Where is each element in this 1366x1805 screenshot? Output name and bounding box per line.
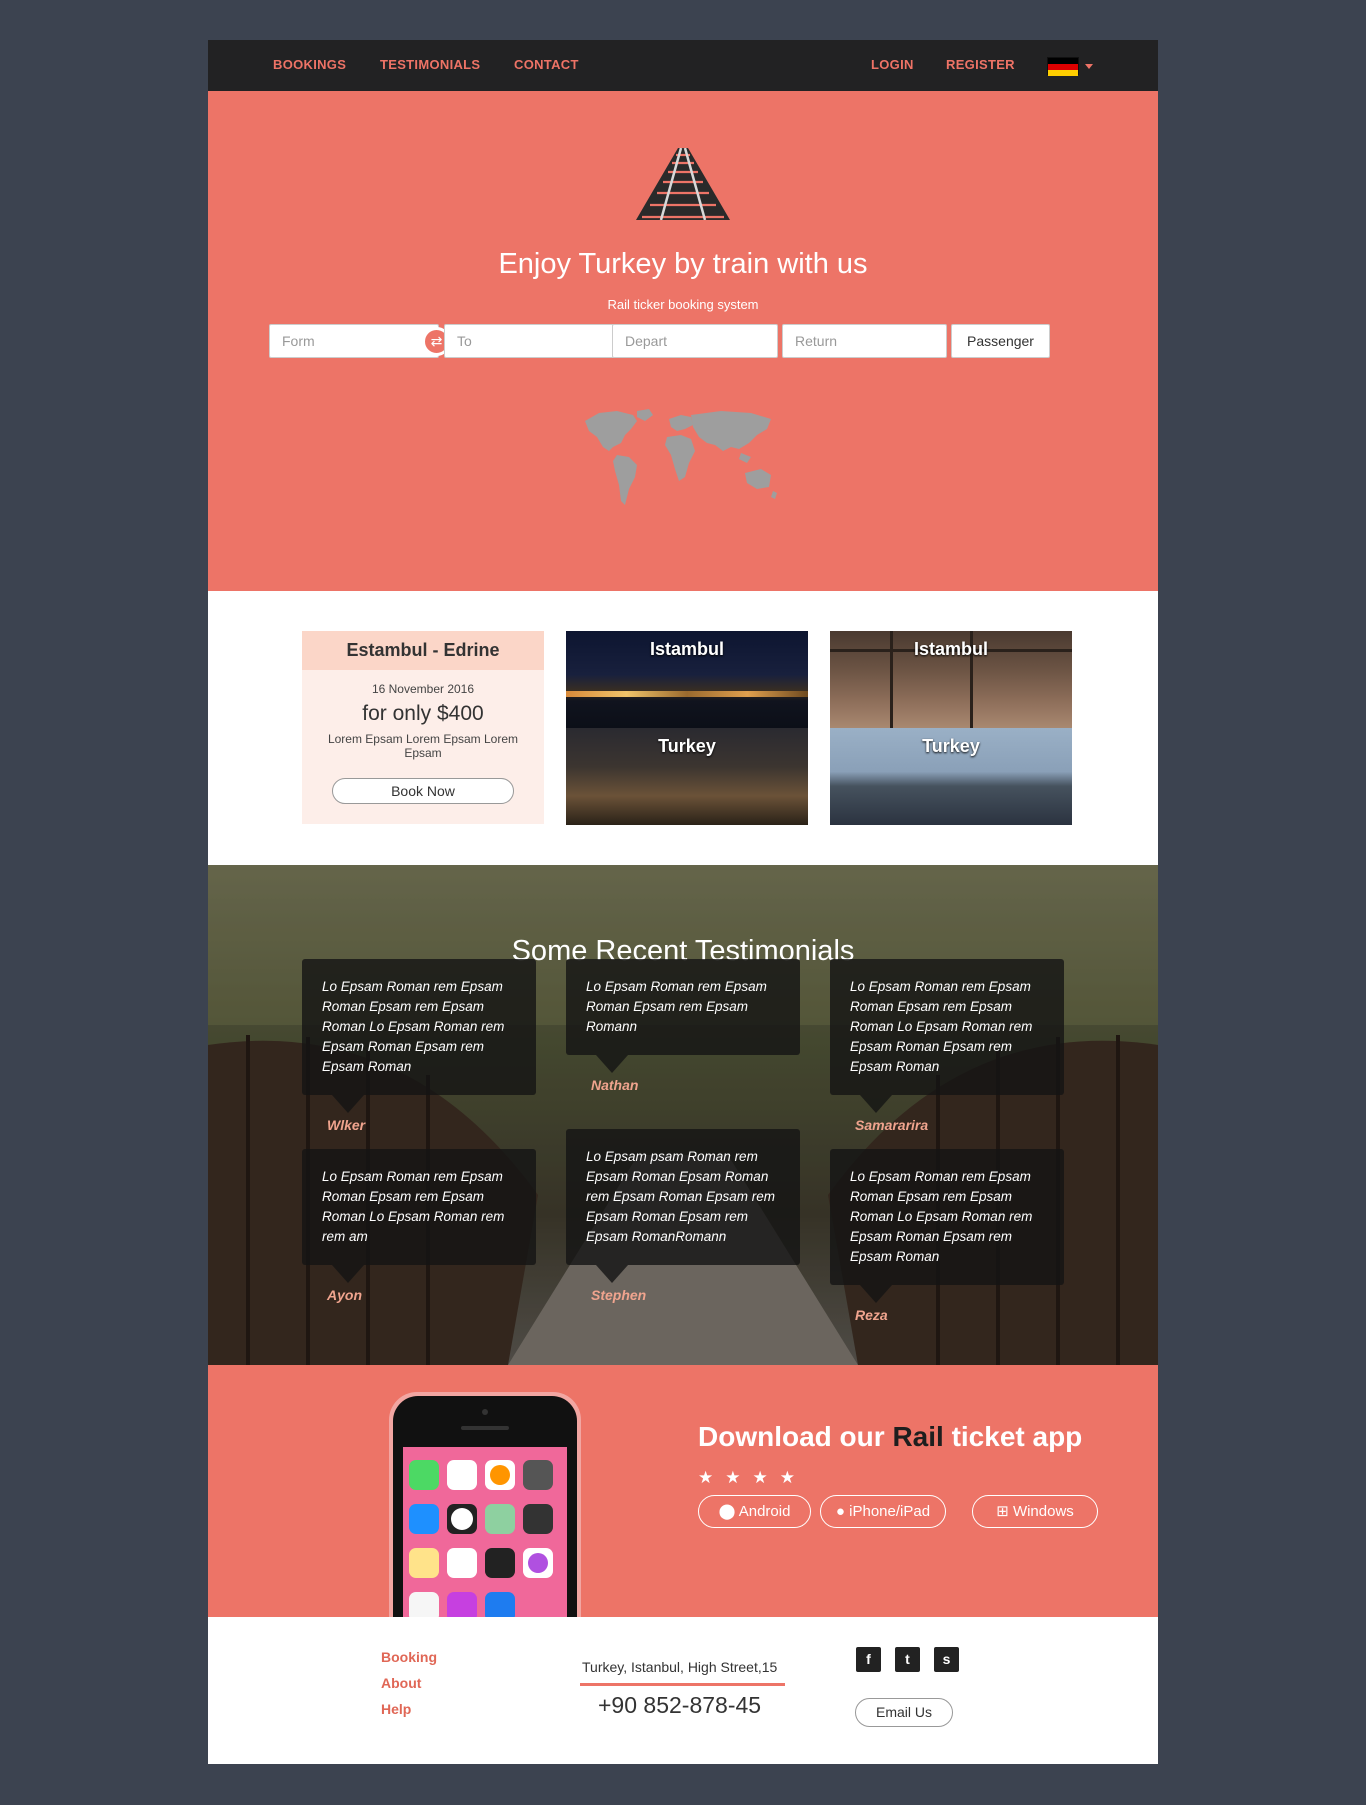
skype-icon[interactable]: s bbox=[934, 1647, 959, 1672]
world-map-icon bbox=[585, 409, 777, 505]
top-navbar: BOOKINGS TESTIMONIALS CONTACT LOGIN REGI… bbox=[208, 40, 1158, 91]
testimonial-author: Nathan bbox=[591, 1077, 639, 1093]
windows-store-button[interactable]: ⊞ Windows bbox=[972, 1495, 1098, 1528]
android-icon: ⬤ bbox=[718, 1503, 736, 1520]
footer: Booking About Help Turkey, Istanbul, Hig… bbox=[208, 1617, 1158, 1764]
offer-date: 16 November 2016 bbox=[371, 682, 475, 696]
hero-section: Enjoy Turkey by train with us Rail ticke… bbox=[208, 91, 1158, 591]
address-divider bbox=[580, 1683, 785, 1686]
nav-register[interactable]: REGISTER bbox=[946, 57, 1015, 72]
railway-track-icon bbox=[636, 148, 730, 220]
testimonial-bubble: Lo Epsam Roman rem Epsam Roman Epsam rem… bbox=[830, 1149, 1064, 1303]
book-now-button[interactable]: Book Now bbox=[332, 778, 514, 804]
testimonial-author: Ayon bbox=[327, 1287, 362, 1303]
offer-route: Estambul - Edrine bbox=[302, 631, 544, 670]
destination-card-2[interactable]: Istambul Turkey bbox=[830, 631, 1072, 825]
windows-icon: ⊞ bbox=[996, 1503, 1009, 1520]
return-input[interactable]: Return bbox=[782, 324, 947, 358]
destination-top-label: Istambul bbox=[649, 639, 724, 659]
app-title-highlight: Rail bbox=[892, 1421, 944, 1452]
testimonial-author: Stephen bbox=[591, 1287, 647, 1303]
chevron-down-icon[interactable] bbox=[1085, 64, 1093, 69]
iphone-store-button[interactable]: ● iPhone/iPad bbox=[820, 1495, 946, 1528]
nav-login[interactable]: LOGIN bbox=[871, 57, 914, 72]
destination-top-label: Istambul bbox=[913, 639, 988, 659]
testimonials-section: Some Recent Testimonials Lo Epsam Roman … bbox=[208, 865, 1158, 1365]
destination-bottom-label: Turkey bbox=[922, 736, 980, 756]
offer-price: for only $400 bbox=[362, 702, 484, 725]
testimonial-author: Samararira bbox=[855, 1117, 929, 1133]
nav-testimonials[interactable]: TESTIMONIALS bbox=[380, 57, 480, 72]
apple-icon: ● bbox=[835, 1503, 845, 1520]
footer-address: Turkey, Istanbul, High Street,15 bbox=[582, 1659, 778, 1675]
testimonial-bubble: Lo Epsam Roman rem Epsam Roman Epsam rem… bbox=[830, 959, 1064, 1113]
destination-bottom-label: Turkey bbox=[658, 736, 716, 756]
testimonial-bubble: Lo Epsam Roman rem Epsam Roman Epsam rem… bbox=[302, 1149, 536, 1283]
footer-link-about[interactable]: About bbox=[381, 1675, 421, 1691]
passenger-select[interactable]: Passenger bbox=[951, 324, 1050, 358]
app-download-section: Download our Rail ticket app ★★★★ ⬤ Andr… bbox=[208, 1365, 1158, 1617]
hero-subtitle: Rail ticker booking system bbox=[607, 297, 759, 312]
destination-card-1[interactable]: Istambul Turkey bbox=[566, 631, 808, 825]
testimonial-author: Wlker bbox=[327, 1117, 366, 1133]
offer-card: Estambul - Edrine 16 November 2016 for o… bbox=[302, 631, 544, 824]
footer-phone: +90 852-878-45 bbox=[598, 1692, 762, 1718]
testimonial-author: Reza bbox=[855, 1307, 888, 1323]
app-title: Download our Rail ticket app bbox=[698, 1421, 1083, 1452]
testimonial-bubble: Lo Epsam psam Roman rem Epsam Roman Epsa… bbox=[566, 1129, 800, 1283]
android-store-button[interactable]: ⬤ Android bbox=[698, 1495, 811, 1528]
twitter-icon[interactable]: t bbox=[895, 1647, 920, 1672]
email-us-button[interactable]: Email Us bbox=[855, 1698, 953, 1727]
nav-bookings[interactable]: BOOKINGS bbox=[273, 57, 346, 72]
rating-stars-icon: ★★★★ bbox=[698, 1468, 807, 1487]
hero-title: Enjoy Turkey by train with us bbox=[498, 248, 868, 280]
offer-description: Lorem Epsam Lorem Epsam Lorem Epsam bbox=[327, 732, 519, 760]
facebook-icon[interactable]: f bbox=[856, 1647, 881, 1672]
footer-link-help[interactable]: Help bbox=[381, 1701, 411, 1717]
german-flag-icon[interactable] bbox=[1047, 57, 1079, 76]
testimonial-bubble: Lo Epsam Roman rem Epsam Roman Epsam rem… bbox=[302, 959, 536, 1113]
smartphone-image bbox=[389, 1392, 581, 1617]
page-container: BOOKINGS TESTIMONIALS CONTACT LOGIN REGI… bbox=[208, 40, 1158, 1764]
nav-contact[interactable]: CONTACT bbox=[514, 57, 579, 72]
depart-input[interactable]: Depart bbox=[612, 324, 778, 358]
from-input[interactable]: Form bbox=[269, 324, 439, 358]
to-input[interactable]: To bbox=[444, 324, 616, 358]
footer-link-booking[interactable]: Booking bbox=[381, 1649, 437, 1665]
testimonial-bubble: Lo Epsam Roman rem Epsam Roman Epsam rem… bbox=[566, 959, 800, 1073]
